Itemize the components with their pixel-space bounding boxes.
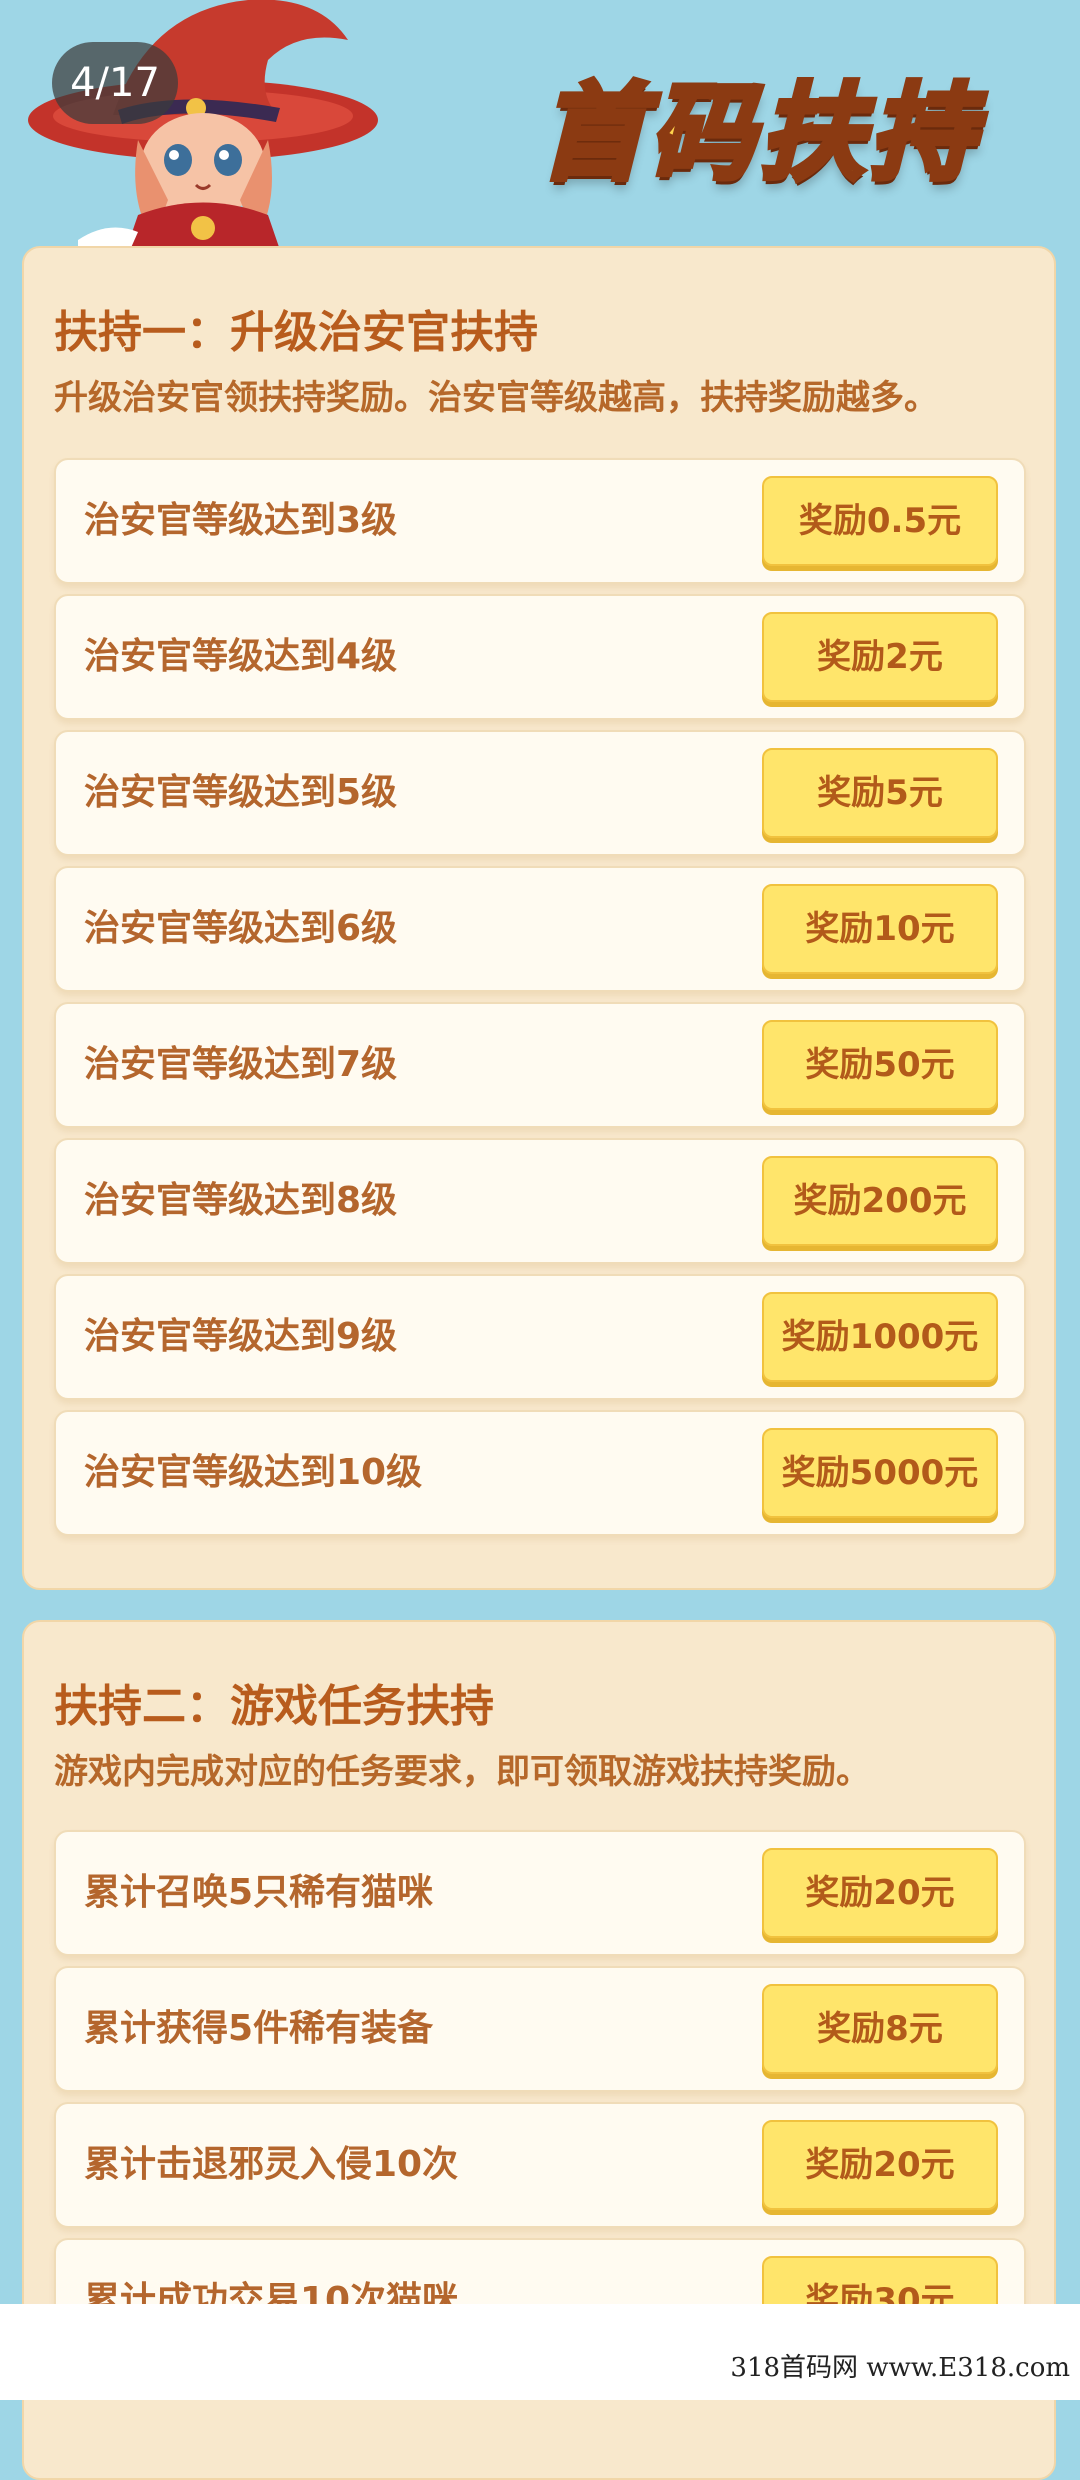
section-description: 升级治安官领扶持奖励。治安官等级越高，扶持奖励越多。 xyxy=(54,378,938,418)
reward-button[interactable]: 奖励0.5元 xyxy=(762,476,998,566)
list-item: 累计获得5件稀有装备 奖励8元 xyxy=(54,1966,1026,2092)
list-item: 治安官等级达到6级 奖励10元 xyxy=(54,866,1026,992)
support-section-upgrade: 扶持一：升级治安官扶持 升级治安官领扶持奖励。治安官等级越高，扶持奖励越多。 治… xyxy=(22,246,1056,1590)
title-banner: 首码扶持 xyxy=(490,30,1030,197)
reward-button[interactable]: 奖励20元 xyxy=(762,1848,998,1938)
task-label: 治安官等级达到6级 xyxy=(84,908,398,949)
task-label: 治安官等级达到10级 xyxy=(84,1452,423,1493)
task-label: 治安官等级达到5级 xyxy=(84,772,398,813)
list-item: 治安官等级达到4级 奖励2元 xyxy=(54,594,1026,720)
section-title: 扶持二：游戏任务扶持 xyxy=(54,1681,494,1732)
task-label: 治安官等级达到3级 xyxy=(84,500,398,541)
list-item: 治安官等级达到5级 奖励5元 xyxy=(54,730,1026,856)
list-item: 累计召唤5只稀有猫咪 奖励20元 xyxy=(54,1830,1026,1956)
task-label: 治安官等级达到7级 xyxy=(84,1044,398,1085)
list-item: 治安官等级达到7级 奖励50元 xyxy=(54,1002,1026,1128)
reward-button[interactable]: 奖励1000元 xyxy=(762,1292,998,1382)
page-title: 首码扶持 xyxy=(537,69,980,197)
task-label: 治安官等级达到9级 xyxy=(84,1316,398,1357)
section-title: 扶持一：升级治安官扶持 xyxy=(54,307,538,358)
reward-button[interactable]: 奖励50元 xyxy=(762,1020,998,1110)
reward-button[interactable]: 奖励200元 xyxy=(762,1156,998,1246)
task-label: 累计击退邪灵入侵10次 xyxy=(84,2144,459,2185)
list-item: 治安官等级达到8级 奖励200元 xyxy=(54,1138,1026,1264)
reward-button[interactable]: 奖励10元 xyxy=(762,884,998,974)
page-counter: 4/17 xyxy=(52,42,178,124)
task-label: 累计召唤5只稀有猫咪 xyxy=(84,1872,434,1913)
reward-button[interactable]: 奖励5000元 xyxy=(762,1428,998,1518)
header: 4/17 首码扶持 xyxy=(0,0,1080,250)
list-item: 累计击退邪灵入侵10次 奖励20元 xyxy=(54,2102,1026,2228)
reward-button[interactable]: 奖励2元 xyxy=(762,612,998,702)
witch-cat-mascot xyxy=(28,0,378,250)
task-label: 累计获得5件稀有装备 xyxy=(84,2008,434,2049)
list-item: 治安官等级达到3级 奖励0.5元 xyxy=(54,458,1026,584)
reward-button[interactable]: 奖励20元 xyxy=(762,2120,998,2210)
task-label: 治安官等级达到4级 xyxy=(84,636,398,677)
footer-bar: 318首码网 www.E318.com xyxy=(0,2304,1080,2400)
section-description: 游戏内完成对应的任务要求，即可领取游戏扶持奖励。 xyxy=(54,1752,870,1792)
list-item: 治安官等级达到9级 奖励1000元 xyxy=(54,1274,1026,1400)
reward-button[interactable]: 奖励5元 xyxy=(762,748,998,838)
reward-button[interactable]: 奖励8元 xyxy=(762,1984,998,2074)
list-item: 治安官等级达到10级 奖励5000元 xyxy=(54,1410,1026,1536)
task-label: 治安官等级达到8级 xyxy=(84,1180,398,1221)
watermark: 318首码网 www.E318.com xyxy=(730,2353,1070,2383)
